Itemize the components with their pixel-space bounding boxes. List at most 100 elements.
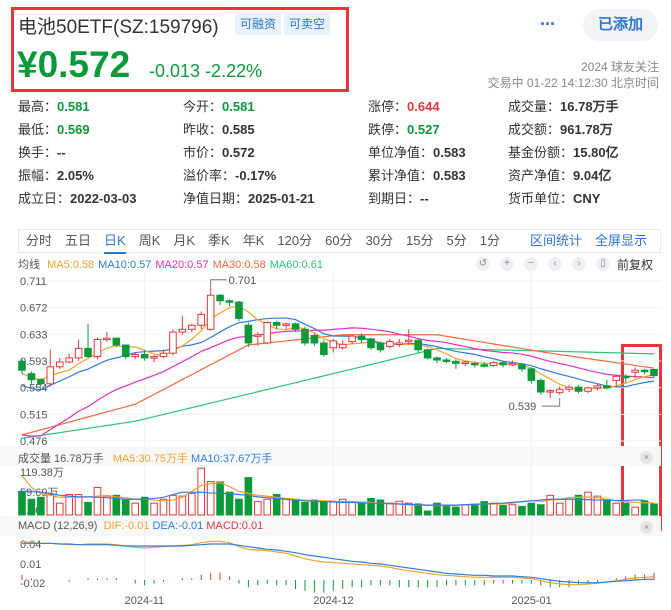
price-tick-label: 0.672: [20, 303, 48, 315]
kline-chart[interactable]: 0.7110.6720.6330.5930.5540.5150.4760.701…: [0, 0, 671, 610]
candle-body: [621, 375, 630, 379]
candle-body: [150, 356, 158, 359]
candle-body: [584, 387, 592, 392]
candle-body: [197, 313, 206, 326]
candle-body: [527, 368, 536, 381]
candle-body: [159, 352, 168, 358]
volume-bar: [508, 504, 517, 516]
volume-bar: [612, 502, 621, 516]
volume-bar: [93, 486, 102, 516]
date-tick-label: 2024-12: [313, 595, 353, 607]
candle-body: [272, 322, 281, 326]
volume-bar: [27, 498, 36, 516]
candle-body: [499, 362, 507, 366]
candle-body: [46, 366, 55, 385]
candle-body: [329, 340, 338, 349]
candle-body: [84, 347, 92, 358]
volume-bar: [310, 499, 319, 516]
candle-body: [18, 360, 26, 371]
candle-body: [225, 300, 234, 303]
volume-bar: [593, 495, 602, 516]
candle-body: [404, 339, 413, 343]
volume-bar: [603, 498, 611, 516]
volume-bar: [254, 501, 262, 516]
candle-body: [433, 357, 441, 361]
price-tick-label: 0.711: [20, 276, 47, 288]
volume-bar: [291, 498, 300, 516]
candle-body: [480, 364, 489, 367]
volume-bar: [18, 490, 26, 516]
candle-body: [235, 301, 243, 319]
volume-bar: [386, 502, 394, 516]
volume-bar: [461, 504, 470, 516]
volume-tick-label: 119.38万: [20, 467, 64, 479]
candle-body: [357, 335, 366, 341]
candle-body: [546, 390, 555, 393]
candle-body: [442, 359, 451, 362]
volume-bar: [169, 494, 177, 516]
volume-bar: [367, 497, 375, 516]
candle-body: [461, 361, 470, 365]
candle-body: [74, 347, 83, 359]
candle-body: [187, 324, 196, 330]
candle-body: [301, 328, 309, 344]
volume-bar: [55, 502, 64, 516]
candle-body: [169, 331, 177, 354]
volume-bar: [574, 494, 583, 516]
candle-body: [338, 343, 347, 349]
date-tick-label: 2025-01: [511, 595, 551, 607]
candle-body: [103, 337, 111, 341]
candle-body: [131, 354, 139, 358]
volume-bar: [46, 494, 55, 516]
volume-bar: [216, 481, 224, 516]
candle-body: [367, 338, 375, 349]
volume-bar: [621, 502, 630, 516]
candle-body: [386, 341, 394, 347]
candle-body: [348, 335, 356, 343]
volume-bar: [555, 502, 564, 516]
volume-bar: [348, 501, 356, 516]
candle-body: [282, 323, 290, 326]
volume-bar: [301, 501, 309, 516]
ma30-line: [21, 334, 655, 436]
volume-bar: [452, 506, 460, 516]
date-tick-label: 2024-11: [125, 595, 165, 607]
volume-bar: [584, 491, 592, 516]
dif-line: [21, 540, 655, 586]
candle-body: [603, 385, 611, 389]
volume-bar: [282, 497, 290, 516]
volume-bar: [187, 492, 196, 516]
volume-bar: [263, 498, 272, 516]
volume-bar: [518, 505, 526, 516]
volume-bar: [423, 510, 432, 516]
candle-body: [593, 385, 602, 389]
candle-body: [650, 369, 658, 377]
candle-body: [423, 349, 432, 359]
volume-bar: [37, 496, 45, 516]
volume-bar: [320, 500, 328, 516]
volume-bar: [206, 481, 215, 516]
candle-body: [508, 362, 517, 366]
extreme-marker: [541, 398, 561, 407]
candle-body: [216, 294, 224, 302]
volume-bar: [103, 495, 111, 516]
candle-body: [178, 328, 187, 333]
volume-bar: [84, 501, 92, 516]
candle-body: [140, 354, 149, 359]
volume-bar: [376, 499, 385, 516]
volume-bar: [225, 491, 234, 516]
volume-bar: [121, 499, 130, 516]
candle-body: [574, 386, 583, 392]
macd-tick-label: -0.02: [20, 578, 45, 590]
candle-body: [518, 364, 526, 370]
candle-body: [206, 294, 215, 330]
candle-body: [640, 369, 649, 373]
candle-body: [631, 369, 639, 373]
candle-body: [612, 375, 621, 381]
volume-bar: [499, 505, 507, 516]
candle-body: [244, 324, 253, 344]
volume-bar: [470, 505, 479, 516]
extreme-label: 0.701: [229, 275, 257, 287]
volume-bar: [235, 498, 243, 516]
candle-body: [121, 344, 130, 358]
